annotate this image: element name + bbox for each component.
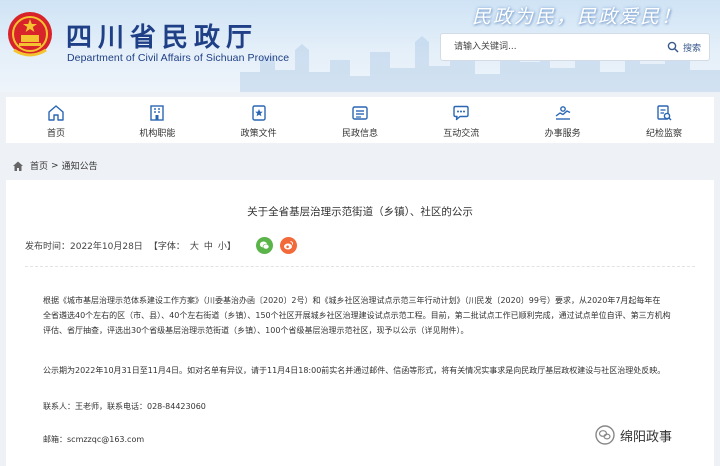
search-button-label: 搜索: [682, 43, 701, 54]
chat-icon: [453, 105, 470, 121]
article-title: 关于全省基层治理示范街道（乡镇）、社区的公示: [247, 206, 473, 218]
wechat-account-watermark: 绵阳政事: [594, 424, 672, 446]
site-header: 四川省民政厅 Department of Civil Affairs of Si…: [0, 0, 720, 92]
article-paragraph: 根据《城市基层治理示范体系建设工作方案》（川委基治办函〔2020〕2号）和《城乡…: [43, 293, 703, 338]
site-slogan: 民政为民，民政爱民！: [472, 6, 683, 28]
home-icon: [48, 105, 64, 121]
nav-item-inspection[interactable]: 纪检监察: [620, 97, 708, 143]
font-size-label: 【字体：: [148, 241, 185, 252]
building-icon: [150, 105, 165, 121]
paragraph-line: 根据《城市基层治理示范体系建设工作方案》（川委基治办函〔2020〕2号）和《城乡…: [43, 296, 661, 305]
nav-item-services[interactable]: 办事服务: [519, 97, 607, 143]
search-button[interactable]: 搜索: [667, 39, 701, 55]
home-icon: [13, 161, 23, 171]
font-size-large[interactable]: 大: [190, 239, 199, 252]
paragraph-line: 评估、省厅抽查，评选出30个省级基层治理示范街道（乡镇）、100个省级基层治理示…: [43, 326, 469, 335]
nav-label: 政策文件: [240, 129, 277, 139]
nav-item-news[interactable]: 民政信息: [316, 97, 404, 143]
nav-item-policy[interactable]: 政策文件: [215, 97, 303, 143]
site-subtitle: Department of Civil Affairs of Sichuan P…: [67, 52, 290, 64]
publish-time: 发布时间：2022年10月28日: [25, 241, 143, 252]
nav-item-organization[interactable]: 机构职能: [113, 97, 201, 143]
breadcrumb-separator: >: [51, 160, 59, 171]
nav-label: 首页: [46, 129, 65, 139]
nav-label: 互动交流: [443, 129, 480, 139]
breadcrumb-current-link[interactable]: 通知公告: [62, 159, 98, 172]
share-wechat-button[interactable]: [255, 236, 273, 254]
paragraph-line: 全省遴选40个左右的区（市、县）、40个左右街道（乡镇）、150个社区开展城乡社…: [43, 311, 671, 320]
wechat-icon: [259, 241, 270, 249]
wechat-official-account-icon: [595, 425, 615, 445]
meta-divider: [25, 266, 695, 267]
nav-label: 机构职能: [139, 129, 176, 139]
search-icon: [667, 41, 679, 53]
nav-item-home[interactable]: 首页: [12, 97, 100, 143]
search-bar: 搜索: [440, 33, 710, 61]
nav-label: 办事服务: [544, 129, 581, 139]
nav-label: 民政信息: [341, 129, 378, 139]
article-paragraph: 公示期为2022年10月31日至11月4日。如对名单有异议，请于11月4日18:…: [43, 366, 666, 375]
search-input[interactable]: [441, 34, 641, 60]
font-size-close: 】: [226, 241, 236, 252]
nav-item-interaction[interactable]: 互动交流: [417, 97, 505, 143]
share-weibo-button[interactable]: [279, 236, 297, 254]
document-star-icon: [251, 105, 266, 121]
service-icon: [555, 106, 570, 120]
font-size-medium[interactable]: 中: [204, 239, 213, 252]
inspection-icon: [657, 105, 672, 121]
breadcrumb: 首页 > 通知公告: [12, 159, 98, 172]
breadcrumb-home-link[interactable]: 首页: [30, 159, 48, 172]
news-icon: [352, 106, 368, 120]
site-title: 四川省民政厅: [66, 23, 259, 53]
contact-person: 联系人：王老师，联系电话：028-84423060: [43, 402, 206, 411]
nav-label: 纪检监察: [645, 129, 682, 139]
weibo-icon: [283, 240, 293, 249]
article-meta: 发布时间：2022年10月28日 【字体： 大 中 小 】: [25, 236, 297, 254]
watermark-label: 绵阳政事: [620, 429, 673, 445]
national-emblem-icon: [8, 12, 52, 57]
font-size-small[interactable]: 小: [218, 239, 227, 252]
main-nav: 首页 机构职能 政策文件 民政信息 互动交流 办事服务 纪检监察: [6, 97, 714, 143]
